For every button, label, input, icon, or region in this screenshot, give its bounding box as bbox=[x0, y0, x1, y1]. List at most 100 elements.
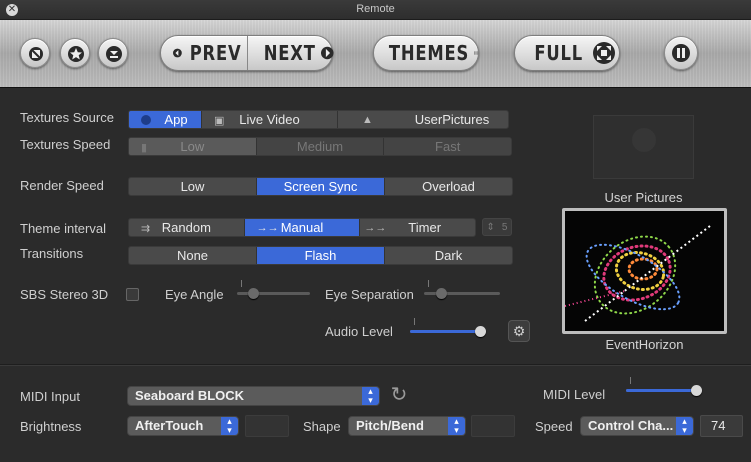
user-icon: ▲ bbox=[362, 114, 373, 126]
event-horizon-caption: EventHorizon bbox=[605, 337, 684, 352]
popup-arrows-icon: ▴ ▾ bbox=[362, 387, 379, 405]
transitions-dark[interactable]: Dark bbox=[385, 247, 512, 264]
popup-arrows-icon: ▴ ▾ bbox=[221, 417, 238, 435]
textures-source-control: App ▣ Live Video ▲ UserPictures bbox=[128, 110, 509, 129]
textures-speed-medium[interactable]: Medium bbox=[256, 138, 385, 155]
sbs-stereo-label: SBS Stereo 3D bbox=[20, 287, 109, 302]
shape-value-field[interactable] bbox=[471, 415, 515, 437]
midi-level-label: MIDI Level bbox=[543, 387, 606, 402]
themes-label: THEMES bbox=[388, 41, 470, 65]
midi-input-label: MIDI Input bbox=[20, 389, 80, 404]
shape-popup[interactable]: Pitch/Bend ▴ ▾ bbox=[348, 416, 466, 436]
shuffle-icon: ⇉ bbox=[141, 223, 151, 235]
shape-value: Pitch/Bend bbox=[356, 418, 424, 433]
textures-source-app[interactable]: App bbox=[129, 111, 202, 128]
audio-level-label: Audio Level bbox=[325, 324, 393, 339]
slider-knob[interactable] bbox=[475, 326, 486, 337]
slider-ticks bbox=[241, 280, 306, 287]
brightness-popup[interactable]: AfterTouch ▴ ▾ bbox=[127, 416, 239, 436]
pause-icon bbox=[672, 44, 690, 62]
themes-button[interactable]: THEMES bbox=[373, 35, 479, 71]
timer-stepper[interactable]: ⇕ 5 bbox=[482, 218, 512, 236]
brightness-label: Brightness bbox=[20, 419, 82, 434]
transitions-label: Transitions bbox=[20, 246, 84, 261]
transitions-none[interactable]: None bbox=[129, 247, 257, 264]
textures-speed-control: ▮ Low Medium Fast bbox=[128, 137, 512, 156]
download-icon bbox=[106, 46, 122, 62]
pause-button[interactable] bbox=[664, 36, 698, 70]
gear-icon: ⚙ bbox=[512, 323, 526, 339]
refresh-icon[interactable]: ↻ bbox=[388, 384, 410, 406]
fullscreen-icon bbox=[593, 42, 616, 64]
render-speed-screen-sync[interactable]: Screen Sync bbox=[257, 178, 385, 195]
window-title: Remote bbox=[356, 3, 395, 15]
app-icon bbox=[141, 115, 151, 125]
fullscreen-button[interactable]: FULL bbox=[514, 35, 620, 71]
theme-interval-timer[interactable]: →→ Timer bbox=[360, 219, 475, 236]
shape-label: Shape bbox=[303, 419, 341, 434]
textures-speed-low[interactable]: ▮ Low bbox=[129, 138, 257, 155]
prohibit-icon bbox=[29, 47, 43, 61]
popup-arrows-icon: ▴ ▾ bbox=[676, 417, 693, 435]
slider-fill bbox=[410, 330, 480, 333]
eye-angle-label: Eye Angle bbox=[165, 287, 224, 302]
next-button[interactable]: NEXT bbox=[248, 36, 334, 70]
eye-angle-slider[interactable] bbox=[237, 280, 310, 302]
render-speed-overload[interactable]: Overload bbox=[385, 178, 512, 195]
textures-speed-fast[interactable]: Fast bbox=[384, 138, 511, 155]
speed-value: Control Cha... bbox=[588, 418, 674, 433]
midi-level-slider[interactable] bbox=[626, 377, 702, 399]
no-entry-button[interactable] bbox=[20, 38, 50, 68]
prev-button[interactable]: PREV bbox=[161, 36, 247, 70]
next-label: NEXT bbox=[263, 41, 316, 65]
title-bar: ✕ Remote bbox=[0, 0, 751, 20]
theme-interval-label: Theme interval bbox=[20, 221, 106, 236]
timer-arrows-icon: →→ bbox=[364, 222, 387, 234]
slider-ticks bbox=[414, 318, 482, 325]
speed-number: 74 bbox=[711, 418, 726, 433]
slider-fill bbox=[626, 389, 696, 392]
download-button[interactable] bbox=[98, 38, 128, 68]
toolbar: PREV NEXT THEMES FULL bbox=[0, 20, 751, 88]
star-icon bbox=[68, 46, 84, 62]
audio-settings-button[interactable]: ⚙ bbox=[508, 320, 530, 342]
brightness-value: AfterTouch bbox=[135, 418, 204, 433]
event-horizon-thumbnail[interactable] bbox=[562, 208, 727, 334]
audio-level-slider[interactable] bbox=[410, 318, 486, 340]
speed-popup[interactable]: Control Cha... ▴ ▾ bbox=[580, 416, 694, 436]
bars-low-icon: ▮ bbox=[141, 142, 148, 154]
chevron-right-icon bbox=[321, 46, 334, 60]
theme-interval-control: ⇉ Random →→ Manual →→ Timer bbox=[128, 218, 476, 237]
arrows-icon: →→ bbox=[256, 222, 279, 234]
textures-source-user-pictures[interactable]: ▲ UserPictures bbox=[338, 111, 508, 128]
slider-knob[interactable] bbox=[691, 385, 702, 396]
midi-input-popup[interactable]: Seaboard BLOCK ▴ ▾ bbox=[127, 386, 380, 406]
user-pictures-caption: User Pictures bbox=[604, 190, 683, 205]
transitions-flash[interactable]: Flash bbox=[257, 247, 385, 264]
sbs-stereo-checkbox[interactable] bbox=[126, 288, 139, 301]
midi-input-value: Seaboard BLOCK bbox=[135, 388, 245, 403]
speed-number-field[interactable]: 74 bbox=[700, 415, 743, 437]
render-speed-label: Render Speed bbox=[20, 178, 104, 193]
theme-interval-manual[interactable]: →→ Manual bbox=[244, 219, 361, 236]
textures-source-live-video[interactable]: ▣ Live Video bbox=[202, 111, 338, 128]
full-label: FULL bbox=[534, 41, 584, 65]
slider-ticks bbox=[630, 377, 698, 384]
prev-label: PREV bbox=[189, 41, 242, 65]
slider-knob[interactable] bbox=[436, 288, 447, 299]
section-divider bbox=[0, 364, 751, 366]
slider-knob[interactable] bbox=[248, 288, 259, 299]
render-speed-control: Low Screen Sync Overload bbox=[128, 177, 513, 196]
theme-interval-random[interactable]: ⇉ Random bbox=[129, 219, 245, 236]
render-speed-low[interactable]: Low bbox=[129, 178, 257, 195]
brightness-value-field[interactable] bbox=[245, 415, 289, 437]
eye-separation-slider[interactable] bbox=[424, 280, 500, 302]
favorite-button[interactable] bbox=[60, 38, 90, 68]
user-pictures-thumbnail[interactable] bbox=[593, 115, 694, 179]
event-horizon-preview bbox=[565, 211, 724, 331]
slider-ticks bbox=[428, 280, 496, 287]
timer-value: 5 bbox=[501, 221, 508, 233]
speed-label: Speed bbox=[535, 419, 573, 434]
prev-next-control: PREV NEXT bbox=[160, 35, 334, 71]
popup-arrows-icon: ▴ ▾ bbox=[448, 417, 465, 435]
